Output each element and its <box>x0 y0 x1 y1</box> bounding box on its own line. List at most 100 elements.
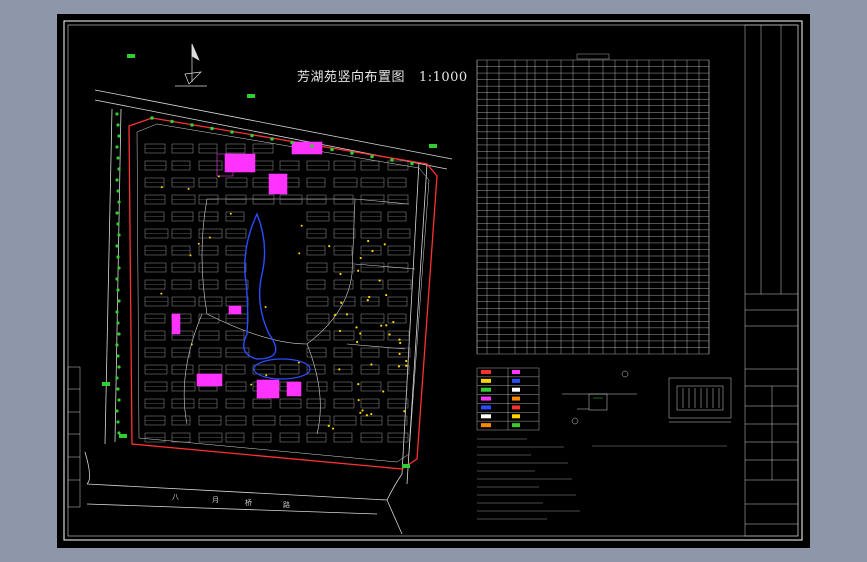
elevation-marker-icon <box>298 252 301 255</box>
legend-swatch <box>512 396 520 401</box>
drainage-section-icon <box>562 370 637 425</box>
tree-icon <box>117 365 121 369</box>
elevation-marker-icon <box>160 292 163 295</box>
elevation-marker-icon <box>357 398 360 402</box>
pond <box>253 358 311 380</box>
tree-icon <box>170 119 174 124</box>
site-roads <box>84 89 453 535</box>
tree-icon <box>150 116 154 120</box>
tree-icon <box>402 464 410 468</box>
drawing-title-text: 芳湖苑竖向布置图 <box>297 70 406 85</box>
elevation-marker-icon <box>160 186 163 189</box>
elevation-marker-icon <box>388 333 391 336</box>
legend-swatch <box>481 387 491 392</box>
tree-icon <box>116 387 120 391</box>
elevation-marker-icon <box>189 254 192 257</box>
tree-icon <box>116 222 120 226</box>
elevation-marker-icon <box>265 374 268 377</box>
tree-icon <box>429 144 437 148</box>
elevation-marker-icon <box>361 409 364 412</box>
tree-icon <box>102 382 110 386</box>
elevation-markers <box>160 175 408 430</box>
tree-icon <box>310 144 314 148</box>
table-frame <box>476 59 710 355</box>
elevation-marker-icon <box>331 427 335 430</box>
left-stamp-strip <box>67 366 81 508</box>
elevation-marker-icon <box>365 414 369 417</box>
elevation-marker-icon <box>405 364 408 367</box>
elevation-marker-icon <box>370 363 373 366</box>
elevation-marker-icon <box>382 390 385 393</box>
title-block <box>744 24 799 537</box>
tree-icon <box>350 151 354 155</box>
elevation-marker-icon <box>383 243 386 246</box>
tree-icon <box>119 434 127 438</box>
elevation-marker-icon <box>356 340 359 344</box>
tree-icon <box>116 321 120 325</box>
elevation-marker-icon <box>370 412 373 416</box>
tree-icon <box>250 133 254 138</box>
tree-icon <box>270 137 274 141</box>
elevation-marker-icon <box>380 324 383 327</box>
elevation-marker-icon <box>399 341 402 345</box>
road-label-char-2: 月 <box>212 496 219 504</box>
elevation-marker-icon <box>340 301 343 304</box>
tree-icon <box>115 145 119 149</box>
site-boundary <box>128 117 438 470</box>
tree-icon <box>116 189 120 193</box>
legend-swatch <box>481 370 491 374</box>
elevation-marker-icon <box>339 272 342 276</box>
legend-swatch <box>512 387 520 392</box>
elevation-marker-icon <box>217 175 220 178</box>
tree-icon <box>115 310 119 314</box>
elevation-marker-icon <box>334 313 337 317</box>
legend-swatch <box>481 396 491 401</box>
legend-swatch <box>512 405 520 410</box>
legend-swatch <box>481 405 491 410</box>
tree-icon <box>230 130 234 134</box>
tree-icon <box>116 420 120 424</box>
elevation-marker-icon <box>229 212 232 215</box>
elevation-marker-icon <box>264 305 267 308</box>
elevation-marker-icon <box>405 359 408 363</box>
water-feature <box>243 212 277 360</box>
elevation-marker-icon <box>338 329 342 333</box>
tree-icon <box>410 161 414 166</box>
tree-icon <box>115 409 119 413</box>
elevation-marker-icon <box>357 383 360 386</box>
legend-swatch <box>481 414 491 419</box>
elevation-marker-icon <box>297 361 300 364</box>
drawing-sheet: 芳湖苑竖向布置图 1:1000 八 月 桥 路 <box>57 14 810 548</box>
tree-icon <box>390 158 394 162</box>
tree-icon <box>115 178 119 182</box>
legend-swatch <box>512 423 520 428</box>
elevation-marker-icon <box>398 338 401 341</box>
elevation-marker-icon <box>345 313 349 316</box>
tree-icon <box>370 154 374 159</box>
design-notes <box>477 438 727 520</box>
tree-icon <box>117 266 121 270</box>
elevation-marker-icon <box>398 352 401 355</box>
elevation-marker-icon <box>378 279 381 282</box>
tree-icon <box>116 288 120 292</box>
tree-icon <box>115 211 119 215</box>
tree-icon <box>330 147 334 152</box>
road-label-char-1: 八 <box>172 493 179 501</box>
drawing-title: 芳湖苑竖向布置图 1:1000 <box>297 66 468 85</box>
tree-icon <box>115 244 119 248</box>
tree-icon <box>210 126 214 131</box>
elevation-marker-icon <box>338 368 341 371</box>
elevation-marker-icon <box>397 365 401 368</box>
north-arrow-icon <box>175 43 207 87</box>
tree-icon <box>190 123 194 127</box>
elevation-marker-icon <box>359 411 362 414</box>
legend-swatch <box>512 414 520 419</box>
tree-icon <box>116 156 120 160</box>
elevation-marker-icon <box>357 269 360 272</box>
elevation-marker-icon <box>250 383 253 386</box>
elevation-marker-icon <box>300 224 303 227</box>
elevation-marker-icon <box>403 410 406 413</box>
elevation-marker-icon <box>328 245 331 248</box>
tree-icon <box>115 343 119 347</box>
elevation-marker-icon <box>327 424 330 427</box>
